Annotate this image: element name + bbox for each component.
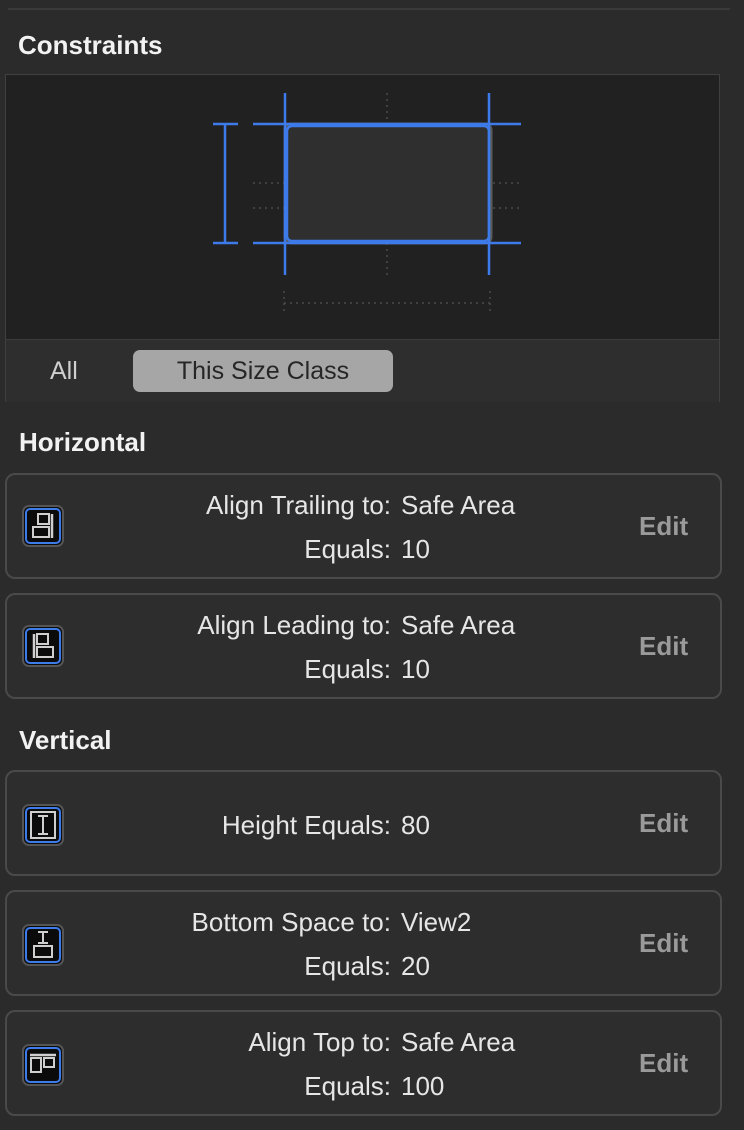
constraint-equals-label: Equals: xyxy=(304,534,391,564)
constraint-equals-label: Equals: xyxy=(304,654,391,684)
vertical-title: Vertical xyxy=(19,725,112,755)
constraint-target: Safe Area xyxy=(401,490,516,520)
constraint-label: Align Leading to: xyxy=(197,610,391,640)
constraint-constant: 20 xyxy=(401,951,430,981)
edit-button[interactable]: Edit xyxy=(639,1045,703,1081)
constraint-target: View2 xyxy=(401,907,472,937)
selected-view xyxy=(283,122,493,245)
constraint-equals-label: Equals: xyxy=(304,1071,391,1101)
constraint-label: Align Top to: xyxy=(248,1027,391,1057)
constraints-preview: All This Size Class xyxy=(5,74,720,402)
constraint-constant: 100 xyxy=(401,1071,445,1101)
constraint-target: Safe Area xyxy=(401,1027,516,1057)
constraints-title: Constraints xyxy=(18,30,163,60)
top-divider xyxy=(8,8,730,10)
horizontal-title: Horizontal xyxy=(19,427,147,457)
constraint-card-align-top[interactable]: Align Top to: Safe Area Equals: 100 Edit xyxy=(5,1010,722,1116)
constraints-diagram xyxy=(213,93,521,315)
constraint-constant: 10 xyxy=(401,654,430,684)
constraint-label: Align Trailing to: xyxy=(206,490,391,520)
constraint-equals-label: Equals: xyxy=(304,951,391,981)
constraint-label: Bottom Space to: xyxy=(191,907,391,937)
edit-button[interactable]: Edit xyxy=(639,925,703,961)
edit-button[interactable]: Edit xyxy=(639,805,703,841)
constraint-constant: 10 xyxy=(401,534,430,564)
constraint-label: Height Equals: xyxy=(221,810,391,840)
scope-this-size-class-button[interactable]: This Size Class xyxy=(133,350,393,392)
constraint-constant: 80 xyxy=(401,810,430,840)
constraint-card-height[interactable]: Height Equals: 80 Edit xyxy=(5,770,722,876)
edit-button[interactable]: Edit xyxy=(639,628,703,664)
scope-all-button[interactable]: All xyxy=(36,354,92,388)
constraint-card-align-leading[interactable]: Align Leading to: Safe Area Equals: 10 E… xyxy=(5,593,722,699)
constraint-target: Safe Area xyxy=(401,610,516,640)
scope-bar: All This Size Class xyxy=(6,339,719,402)
constraint-card-align-trailing[interactable]: Align Trailing to: Safe Area Equals: 10 … xyxy=(5,473,722,579)
edit-button[interactable]: Edit xyxy=(639,508,703,544)
constraint-card-bottom-space[interactable]: Bottom Space to: View2 Equals: 20 Edit xyxy=(5,890,722,996)
